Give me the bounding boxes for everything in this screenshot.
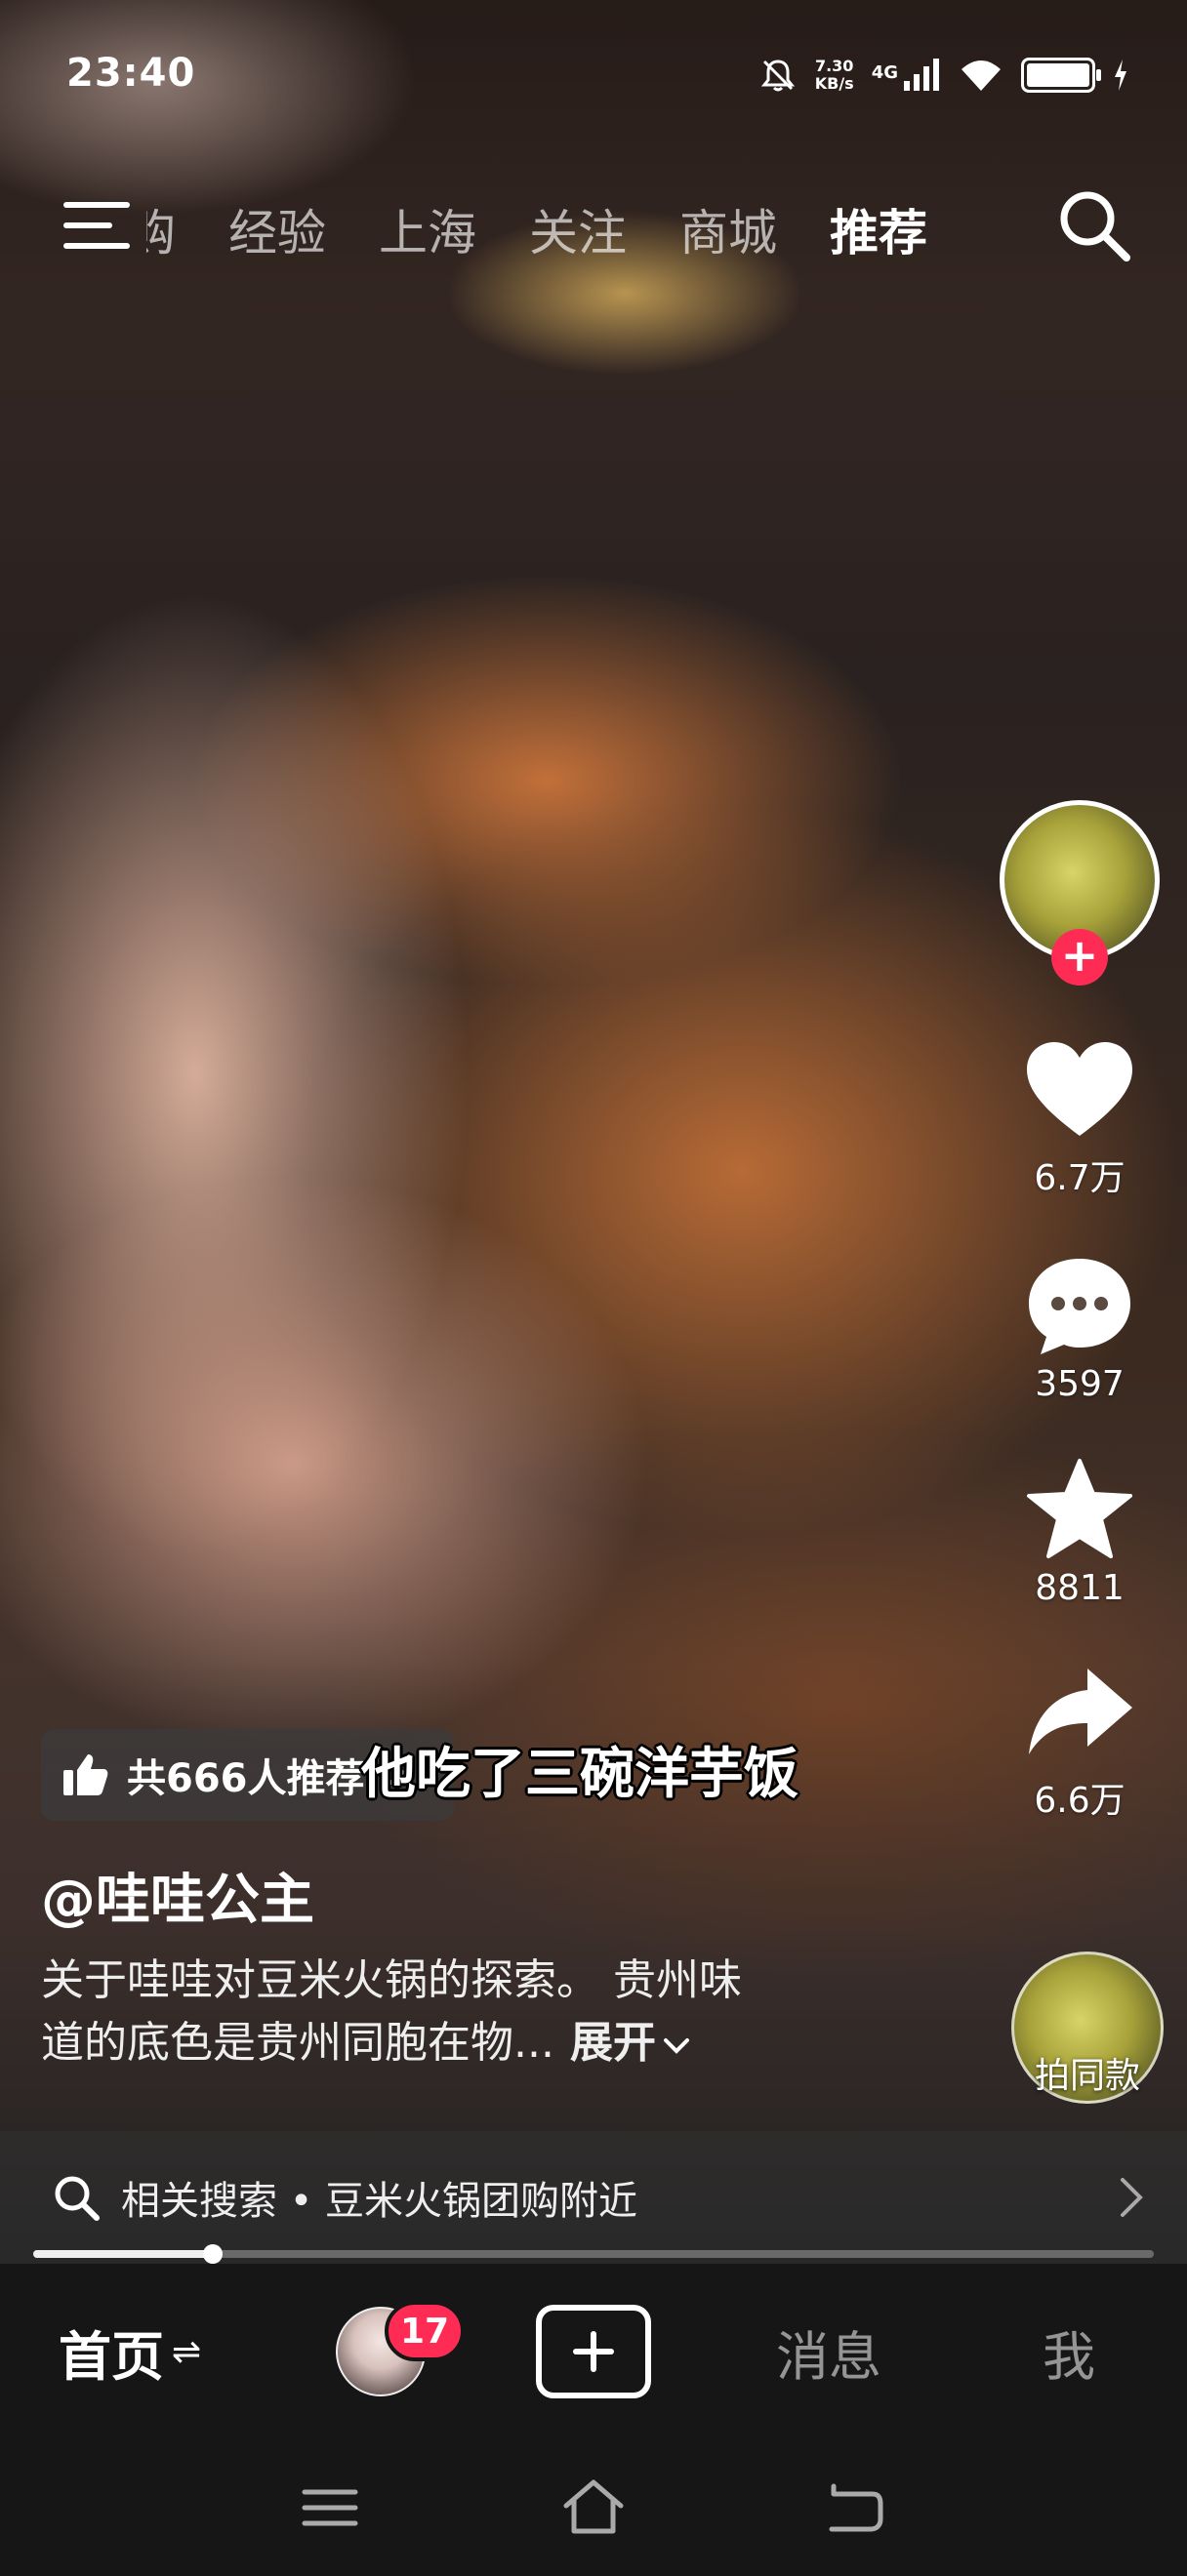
video-progress-bar[interactable] [33,2244,1154,2264]
recommend-text: 共666人推荐 [127,1756,365,1801]
cell-signal: 4G [872,58,941,93]
like-button[interactable]: 6.7万 [1023,1038,1136,1200]
tab-home-label: 首页 [59,2325,164,2388]
creator-avatar-wrap: + [1000,800,1160,986]
plus-icon [573,2331,614,2372]
share-icon [1029,1669,1132,1754]
create-button [536,2305,651,2398]
status-bar: 23:40 7.30 KB/s 4G [0,0,1187,156]
search-icon[interactable] [1052,183,1134,265]
battery-icon [1021,58,1101,93]
top-nav: 购 经验 上海 关注 商城 推荐 [0,176,1187,283]
comment-button[interactable]: 3597 [1023,1253,1136,1404]
tab-messages[interactable]: 消息 [776,2264,881,2439]
related-search-bar[interactable]: 相关搜索 • 豆米火锅团购附近 [0,2131,1187,2264]
charging-icon [1115,60,1126,91]
video-progress-handle[interactable] [202,2244,223,2264]
net-speed: 7.30 KB/s [815,58,854,93]
comment-icon [1029,1259,1130,1354]
net-speed-value: 7.30 [814,57,854,75]
same-style-button[interactable]: 拍同款 [1009,1952,1166,2104]
status-time: 23:40 [66,51,196,96]
heart-icon [1027,1042,1132,1136]
tab-create[interactable] [535,2264,652,2439]
description-line-2-text: 道的底色是贵州同胞在物... [41,2018,554,2068]
mute-bell-icon [760,60,795,92]
search-icon [55,2176,100,2221]
wifi-icon [962,60,1001,91]
friends-badge: 17 [385,2301,466,2361]
tab-mall[interactable]: 商城 [679,194,777,264]
network-type: 4G [871,62,898,83]
comment-count: 3597 [1035,1364,1125,1404]
follow-button[interactable]: + [1051,929,1108,986]
expand-label: 展开 [569,2018,656,2068]
tab-me[interactable]: 我 [1043,2264,1095,2439]
signal-icon [904,59,939,91]
home-icon[interactable] [558,2473,629,2543]
right-rail: + 6.7万 3597 8811 6.6万 [992,800,1167,1823]
related-search-text: 相关搜索 • 豆米火锅团购附近 [121,2179,638,2224]
share-count: 6.6万 [1034,1781,1126,1821]
star-icon [1027,1459,1132,1558]
tab-following[interactable]: 关注 [529,194,627,264]
author-name[interactable]: @哇哇公主 [41,1856,314,1935]
bottom-tab-bar: 首页 ⇌ 17 消息 我 [0,2264,1187,2439]
share-button[interactable]: 6.6万 [1023,1661,1136,1823]
chevron-down-icon [663,2038,689,2054]
tab-home[interactable]: 首页 ⇌ [59,2264,201,2439]
video-description: 关于哇哇对豆米火锅的探索。 贵州味 道的底色是贵州同胞在物... 展开 [41,1950,880,2074]
tab-friends[interactable]: 17 [303,2264,466,2439]
tab-shopping[interactable]: 购 [146,194,176,264]
tab-experience[interactable]: 经验 [228,194,326,264]
favorite-button[interactable]: 8811 [1023,1457,1136,1608]
video-progress-fill [33,2250,213,2258]
chevron-right-icon [1121,2178,1143,2217]
favorite-count: 8811 [1035,1568,1125,1608]
menu-icon[interactable] [61,189,133,262]
swap-arrows-icon: ⇌ [172,2331,202,2372]
description-line-2: 道的底色是贵州同胞在物... 展开 [41,2012,880,2074]
video-subtitle: 他吃了三碗洋芋饭 [361,1743,798,1806]
net-speed-unit: KB/s [814,74,854,93]
expand-button[interactable]: 展开 [570,2018,691,2068]
recent-apps-icon[interactable] [295,2473,365,2543]
same-style-label: 拍同款 [1034,2056,1140,2096]
tab-shanghai[interactable]: 上海 [379,194,476,264]
thumb-up-icon [63,1754,108,1795]
description-line-1: 关于哇哇对豆米火锅的探索。 贵州味 [41,1955,742,2005]
back-icon[interactable] [820,2473,890,2543]
system-nav-bar [0,2439,1187,2576]
nav-tabs: 购 经验 上海 关注 商城 推荐 [146,185,1025,273]
like-count: 6.7万 [1034,1158,1126,1198]
status-icons: 7.30 KB/s 4G [758,51,1128,100]
tab-recommend[interactable]: 推荐 [830,194,927,264]
